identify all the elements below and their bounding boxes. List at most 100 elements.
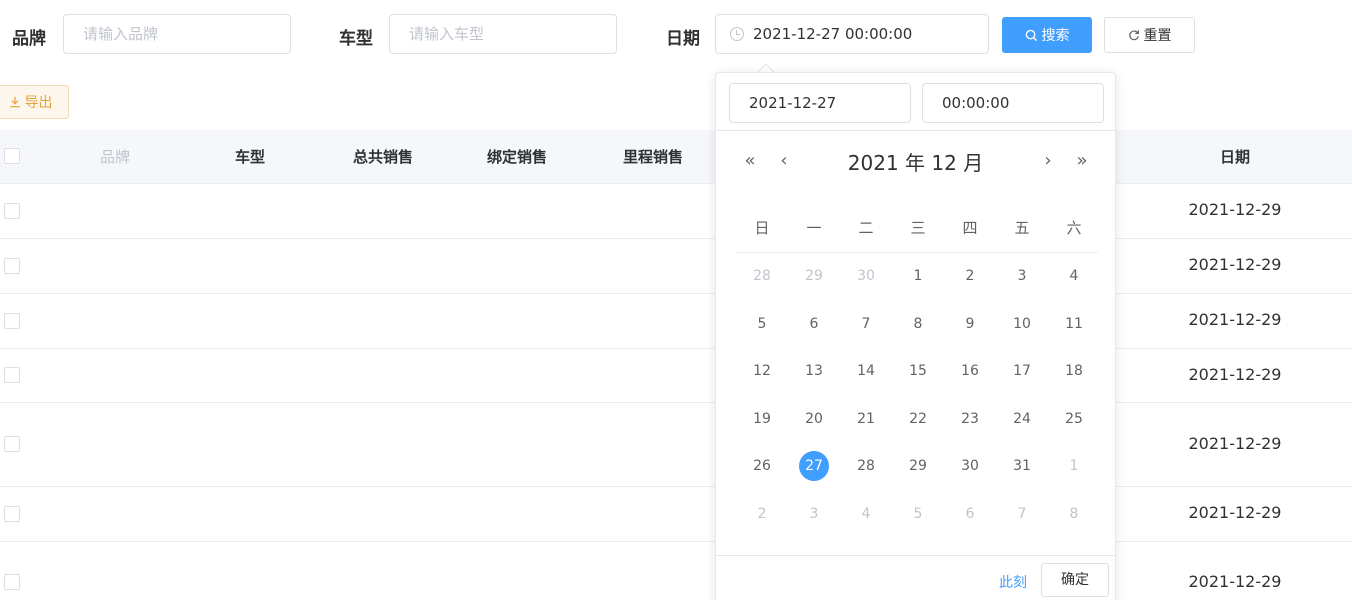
table-row: 2021-12-29 (0, 487, 1352, 542)
reset-button-label: 重置 (1143, 28, 1172, 44)
column-mileage-sales: 里程销售 (622, 148, 683, 166)
calendar-day[interactable]: 6 (944, 499, 996, 529)
table-header: 品牌 车型 总共销售 绑定销售 里程销售 日期 (0, 130, 1352, 184)
calendar-day[interactable]: 26 (736, 451, 788, 481)
calendar-day[interactable]: 19 (736, 404, 788, 434)
calendar-day[interactable]: 16 (944, 356, 996, 386)
weekday-label: 三 (910, 219, 926, 237)
picker-date-input[interactable]: 2021-12-27 (729, 83, 911, 123)
date-input[interactable]: 2021-12-27 00:00:00 (715, 14, 989, 54)
row-checkbox[interactable] (4, 367, 20, 383)
row-date: 2021-12-29 (1188, 200, 1282, 219)
calendar-day[interactable]: 17 (996, 356, 1048, 386)
weekday-header: 日 一 二 三 四 五 六 (736, 209, 1098, 253)
table-row: 2021-12-29 (0, 349, 1352, 403)
calendar-day[interactable]: 30 (944, 451, 996, 481)
reset-button[interactable]: 重置 (1104, 17, 1195, 53)
weekday-label: 六 (1066, 219, 1082, 237)
date-input-value: 2021-12-27 00:00:00 (753, 25, 913, 43)
calendar-day[interactable]: 1 (1048, 451, 1100, 481)
calendar-day[interactable]: 29 (892, 451, 944, 481)
calendar-day[interactable]: 3 (996, 261, 1048, 291)
table-row: 2021-12-29 (0, 239, 1352, 294)
calendar-day[interactable]: 30 (840, 261, 892, 291)
picker-time-input[interactable]: 00:00:00 (922, 83, 1104, 123)
brand-label: 品牌 (12, 29, 46, 49)
table-row: 2021-12-29 (0, 184, 1352, 239)
next-year-icon[interactable]: » (1072, 149, 1092, 173)
clock-icon (730, 27, 744, 41)
calendar-day[interactable]: 13 (788, 356, 840, 386)
picker-input-bar: 2021-12-27 00:00:00 (716, 73, 1115, 131)
download-icon (9, 96, 20, 108)
calendar-day[interactable]: 6 (788, 309, 840, 339)
calendar-day[interactable]: 15 (892, 356, 944, 386)
model-placeholder: 请输入车型 (409, 25, 485, 43)
calendar-day[interactable]: 18 (1048, 356, 1100, 386)
row-checkbox[interactable] (4, 506, 20, 522)
calendar-day[interactable]: 28 (840, 451, 892, 481)
model-input[interactable]: 请输入车型 (389, 14, 617, 54)
calendar-day[interactable]: 28 (736, 261, 788, 291)
search-button[interactable]: 搜索 (1002, 17, 1092, 53)
row-date: 2021-12-29 (1188, 310, 1282, 329)
table-row: 2021-12-29 (0, 542, 1352, 600)
column-date: 日期 (1219, 148, 1250, 166)
calendar-day[interactable]: 25 (1048, 404, 1100, 434)
row-date: 2021-12-29 (1188, 255, 1282, 274)
calendar-day[interactable]: 14 (840, 356, 892, 386)
now-link[interactable]: 此刻 (999, 572, 1027, 592)
calendar-day[interactable]: 23 (944, 404, 996, 434)
calendar-day[interactable]: 5 (736, 309, 788, 339)
calendar-day[interactable]: 31 (996, 451, 1048, 481)
calendar-day[interactable]: 24 (996, 404, 1048, 434)
row-date: 2021-12-29 (1188, 503, 1282, 522)
calendar-day[interactable]: 27 (788, 451, 840, 481)
calendar-day[interactable]: 29 (788, 261, 840, 291)
row-date: 2021-12-29 (1188, 572, 1282, 591)
calendar-day[interactable]: 4 (840, 499, 892, 529)
calendar-day[interactable]: 5 (892, 499, 944, 529)
calendar-day[interactable]: 7 (996, 499, 1048, 529)
select-all-checkbox[interactable] (4, 148, 20, 164)
table-row: 2021-12-29 (0, 403, 1352, 487)
brand-input[interactable]: 请输入品牌 (63, 14, 291, 54)
weekday-label: 四 (962, 219, 978, 237)
calendar-day[interactable]: 9 (944, 309, 996, 339)
calendar-day[interactable]: 8 (1048, 499, 1100, 529)
column-bound-sales: 绑定销售 (486, 148, 547, 166)
calendar-day[interactable]: 12 (736, 356, 788, 386)
brand-placeholder: 请输入品牌 (83, 25, 159, 43)
row-date: 2021-12-29 (1188, 434, 1282, 453)
export-button-label: 导出 (24, 95, 53, 111)
calendar-day[interactable]: 21 (840, 404, 892, 434)
calendar-day[interactable]: 3 (788, 499, 840, 529)
calendar-day[interactable]: 8 (892, 309, 944, 339)
calendar-day[interactable]: 10 (996, 309, 1048, 339)
search-icon (1025, 29, 1037, 41)
row-checkbox[interactable] (4, 203, 20, 219)
row-checkbox[interactable] (4, 258, 20, 274)
row-checkbox[interactable] (4, 436, 20, 452)
calendar-day[interactable]: 4 (1048, 261, 1100, 291)
date-label: 日期 (666, 29, 700, 49)
calendar-day[interactable]: 2 (944, 261, 996, 291)
refresh-icon (1128, 30, 1139, 41)
row-checkbox[interactable] (4, 313, 20, 329)
calendar-day[interactable]: 2 (736, 499, 788, 529)
calendar-day[interactable]: 20 (788, 404, 840, 434)
row-checkbox[interactable] (4, 574, 20, 590)
confirm-button[interactable]: 确定 (1041, 563, 1109, 597)
calendar-day[interactable]: 11 (1048, 309, 1100, 339)
model-label: 车型 (339, 29, 373, 49)
next-month-icon[interactable]: › (1038, 149, 1058, 173)
weekday-label: 五 (1014, 219, 1030, 237)
weekday-label: 日 (754, 219, 770, 237)
export-button[interactable]: 导出 (0, 85, 69, 119)
date-picker-panel: 2021-12-27 00:00:00 « ‹ 2021 年 12 月 › » … (715, 72, 1116, 600)
column-brand: 品牌 (99, 148, 130, 166)
picker-footer: 此刻 确定 (716, 555, 1115, 600)
calendar-day[interactable]: 7 (840, 309, 892, 339)
calendar-day[interactable]: 22 (892, 404, 944, 434)
calendar-day[interactable]: 1 (892, 261, 944, 291)
